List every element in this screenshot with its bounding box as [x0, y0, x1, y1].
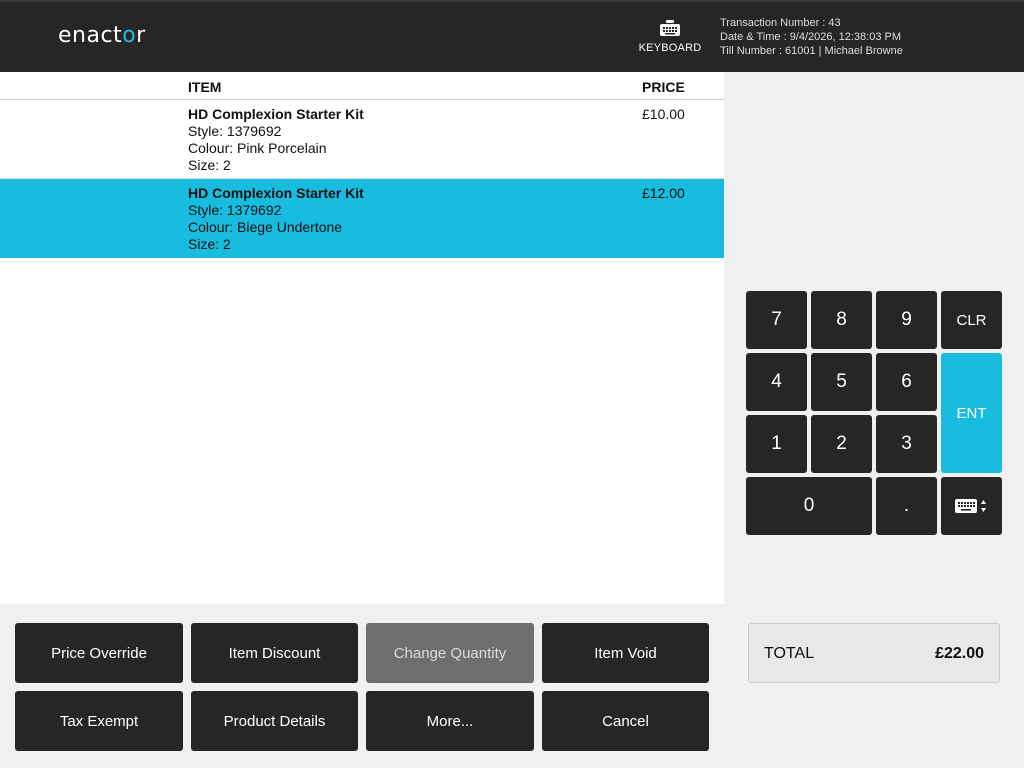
- change-quantity-button[interactable]: Change Quantity: [366, 623, 534, 683]
- item-void-button[interactable]: Item Void: [542, 623, 709, 683]
- item-size: Size: 2: [188, 157, 231, 173]
- product-details-button[interactable]: Product Details: [191, 691, 358, 751]
- key-9[interactable]: 9: [876, 291, 937, 349]
- keyboard-button[interactable]: KEYBOARD: [634, 20, 706, 64]
- price-column-header: PRICE: [642, 79, 685, 95]
- item-discount-button[interactable]: Item Discount: [191, 623, 358, 683]
- item-size: Size: 2: [188, 236, 231, 252]
- item-style: Style: 1379692: [188, 202, 282, 218]
- key-3[interactable]: 3: [876, 415, 937, 473]
- enter-key[interactable]: ENT: [941, 353, 1002, 473]
- cancel-button[interactable]: Cancel: [542, 691, 709, 751]
- till-operator: Till Number : 61001 | Michael Browne: [720, 45, 903, 57]
- enactor-logo: enactor: [58, 23, 146, 48]
- keyboard-toggle-button[interactable]: [941, 477, 1002, 535]
- basket-list: ITEM PRICE HD Complexion Starter Kit Sty…: [0, 72, 724, 604]
- total-panel: TOTAL £22.00: [748, 623, 1000, 683]
- key-1[interactable]: 1: [746, 415, 807, 473]
- item-name: HD Complexion Starter Kit: [188, 185, 364, 201]
- keyboard-icon: [660, 20, 680, 36]
- transaction-number: Transaction Number : 43: [720, 17, 841, 29]
- more-button[interactable]: More...: [366, 691, 534, 751]
- key-2[interactable]: 2: [811, 415, 872, 473]
- key-0[interactable]: 0: [746, 477, 872, 535]
- numeric-keypad: 7 8 9 CLR 4 5 6 ENT 1 2 3 0 .: [746, 291, 1002, 535]
- item-style: Style: 1379692: [188, 123, 282, 139]
- key-8[interactable]: 8: [811, 291, 872, 349]
- keyboard-toggle-icon: [954, 499, 986, 513]
- keyboard-label: KEYBOARD: [638, 42, 702, 54]
- item-name: HD Complexion Starter Kit: [188, 106, 364, 122]
- app-header: enactor KEYBOARD Transaction Number : 43…: [0, 0, 1024, 72]
- clear-key[interactable]: CLR: [941, 291, 1002, 349]
- basket-row[interactable]: HD Complexion Starter Kit Style: 1379692…: [0, 100, 724, 179]
- item-column-header: ITEM: [188, 79, 222, 95]
- action-panel: Price Override Item Discount Change Quan…: [0, 604, 724, 768]
- total-label: TOTAL: [764, 645, 815, 662]
- total-value: £22.00: [935, 645, 984, 662]
- transaction-datetime: Date & Time : 9/4/2026, 12:38:03 PM: [720, 31, 901, 43]
- transaction-info: Transaction Number : 43 Date & Time : 9/…: [720, 16, 903, 58]
- item-description: HD Complexion Starter Kit Style: 1379692…: [188, 106, 364, 174]
- basket-row-selected[interactable]: HD Complexion Starter Kit Style: 1379692…: [0, 179, 724, 258]
- item-colour: Colour: Biege Undertone: [188, 219, 343, 235]
- item-description: HD Complexion Starter Kit Style: 1379692…: [188, 185, 364, 253]
- item-price: £10.00: [642, 106, 685, 122]
- decimal-key[interactable]: .: [876, 477, 937, 535]
- tax-exempt-button[interactable]: Tax Exempt: [15, 691, 183, 751]
- key-5[interactable]: 5: [811, 353, 872, 411]
- item-price: £12.00: [642, 185, 685, 201]
- basket-header: ITEM PRICE: [0, 72, 724, 100]
- key-6[interactable]: 6: [876, 353, 937, 411]
- price-override-button[interactable]: Price Override: [15, 623, 183, 683]
- item-colour: Colour: Pink Porcelain: [188, 140, 327, 156]
- key-4[interactable]: 4: [746, 353, 807, 411]
- key-7[interactable]: 7: [746, 291, 807, 349]
